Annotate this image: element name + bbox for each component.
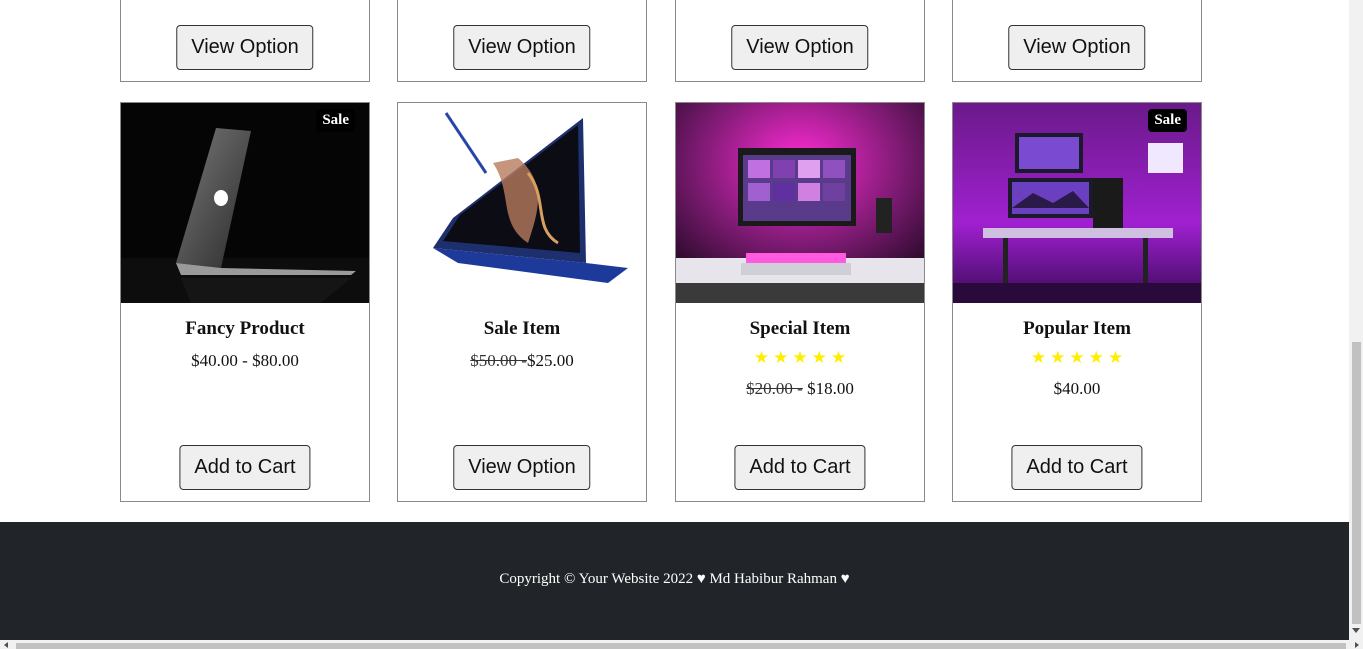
star-icon: ★: [811, 348, 827, 368]
star-icon: ★: [792, 348, 808, 368]
scroll-right-arrow-icon[interactable]: [1355, 642, 1359, 648]
footer: Copyright © Your Website 2022 ♥ Md Habib…: [0, 522, 1349, 640]
view-option-button[interactable]: View Option: [1008, 25, 1146, 70]
product-price: $40.00: [1053, 379, 1101, 398]
star-icon: ★: [1107, 348, 1124, 368]
scrollbar-thumb[interactable]: [16, 643, 1346, 649]
sale-badge: Sale: [316, 109, 355, 132]
product-price: $20.00 - $18.00: [676, 379, 924, 399]
product-card-sale: Sale Item $50.00 -$25.00 View Option: [397, 102, 647, 502]
new-price: $25.00: [526, 351, 574, 370]
add-to-cart-button[interactable]: Add to Cart: [734, 445, 866, 490]
star-icon: ★: [1050, 348, 1066, 368]
rating-stars: ★ ★ ★ ★ ★: [676, 348, 924, 368]
sale-badge: Sale: [1148, 109, 1187, 132]
view-option-button[interactable]: View Option: [731, 25, 869, 70]
product-title: Sale Item: [483, 318, 561, 339]
product-image-laptop: [121, 103, 369, 303]
product-image-laptop: [398, 103, 646, 303]
product-price: $50.00 -$25.00: [398, 351, 646, 371]
product-title: Popular Item: [1023, 318, 1131, 339]
price-separator: -: [237, 351, 253, 370]
page: View Option View Option View Option View…: [0, 0, 1349, 640]
view-option-button[interactable]: View Option: [176, 25, 314, 70]
price-from: $40.00: [191, 351, 238, 370]
scroll-down-arrow-icon[interactable]: [1352, 628, 1360, 633]
old-price: $50.00 -: [470, 351, 527, 370]
product-title: Special Item: [749, 318, 851, 339]
product-card-popular: Sale Popular Item ★ ★ ★ ★ ★ $40.00 Add to Ca…: [952, 102, 1202, 502]
rating-stars: ★ ★ ★ ★ ★: [953, 348, 1201, 368]
product-card: View Option: [952, 0, 1202, 82]
product-title: Fancy Product: [185, 318, 305, 339]
product-card: View Option: [397, 0, 647, 82]
add-to-cart-button[interactable]: Add to Cart: [1011, 445, 1143, 490]
view-option-button[interactable]: View Option: [453, 445, 591, 490]
product-card: View Option: [675, 0, 925, 82]
star-icon: ★: [1088, 348, 1104, 368]
star-icon: ★: [773, 348, 789, 368]
star-icon: ★: [1030, 348, 1047, 368]
scroll-left-arrow-icon[interactable]: [4, 642, 8, 648]
product-card: View Option: [120, 0, 370, 82]
add-to-cart-button[interactable]: Add to Cart: [179, 445, 311, 490]
product-card-special: Special Item ★ ★ ★ ★ ★ $20.00 - $18.00 Add t…: [675, 102, 925, 502]
copyright-text: Copyright © Your Website 2022 ♥ Md Habib…: [499, 571, 850, 587]
star-icon: ★: [830, 348, 847, 368]
new-price: $18.00: [802, 379, 854, 398]
view-option-button[interactable]: View Option: [453, 25, 591, 70]
product-image-desk-setup: [676, 103, 924, 303]
old-price: $20.00 -: [746, 379, 803, 398]
product-price: $40.00 - $80.00: [121, 351, 369, 371]
price-to: $80.00: [252, 351, 299, 370]
scrollbar-thumb[interactable]: [1352, 342, 1361, 624]
product-card-fancy: Sale Fancy Product $40.00 - $80.00 Add t…: [120, 102, 370, 502]
star-icon: ★: [753, 348, 770, 368]
horizontal-scrollbar[interactable]: [0, 640, 1363, 649]
star-icon: ★: [1069, 348, 1085, 368]
product-image-gaming-setup: [953, 103, 1201, 303]
vertical-scrollbar[interactable]: [1349, 0, 1363, 640]
